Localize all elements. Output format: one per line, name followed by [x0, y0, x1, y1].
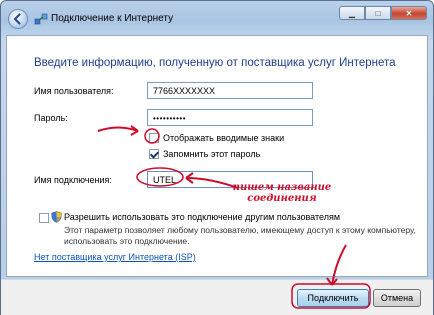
dialog-window: Подключение к Интернету ▁ □ ✕ Введите ин… — [0, 0, 434, 315]
maximize-icon: □ — [375, 8, 381, 18]
uac-shield-icon — [51, 211, 62, 223]
annotation-text: пишем название соединения — [232, 182, 332, 204]
connection-name-label: Имя подключения: — [34, 175, 112, 185]
remember-password-label: Запомнить этот пароль — [163, 149, 261, 159]
close-button[interactable]: ✕ — [391, 6, 427, 20]
share-connection-note: Этот параметр позволяет любому пользоват… — [64, 225, 416, 246]
username-field[interactable]: 7766XXXXXXX — [147, 82, 313, 99]
maximize-button[interactable]: □ — [365, 6, 391, 20]
network-icon — [34, 13, 48, 25]
no-isp-link[interactable]: Нет поставщика услуг Интернета (ISP) — [34, 252, 196, 262]
minimize-icon: ▁ — [348, 8, 356, 18]
share-connection-label: Разрешить использовать это подключение д… — [64, 212, 341, 222]
password-field[interactable]: •••••••••• — [147, 109, 313, 126]
content-panel: Введите информацию, полученную от постав… — [6, 35, 428, 277]
annotation-line-2: соединения — [247, 193, 317, 204]
title-bar: Подключение к Интернету ▁ □ ✕ — [1, 1, 433, 35]
username-label: Имя пользователя: — [34, 86, 114, 96]
window-title: Подключение к Интернету — [51, 13, 174, 24]
cancel-button[interactable]: Отмена — [373, 289, 421, 307]
connect-button[interactable]: Подключить — [297, 289, 369, 307]
caption-buttons: ▁ □ ✕ — [339, 6, 427, 20]
button-bar: Подключить Отмена — [1, 279, 433, 315]
annotation-line-1: пишем название — [232, 182, 332, 193]
password-label: Пароль: — [34, 113, 68, 123]
minimize-button[interactable]: ▁ — [339, 6, 365, 20]
page-heading: Введите информацию, полученную от постав… — [34, 57, 396, 69]
remember-password-checkbox[interactable] — [149, 149, 159, 159]
back-arrow-icon — [13, 13, 21, 25]
show-chars-checkbox[interactable] — [149, 133, 159, 143]
show-chars-label: Отображать вводимые знаки — [163, 133, 285, 143]
close-icon: ✕ — [405, 8, 413, 18]
back-button[interactable] — [8, 9, 28, 29]
share-connection-checkbox[interactable] — [39, 213, 49, 223]
